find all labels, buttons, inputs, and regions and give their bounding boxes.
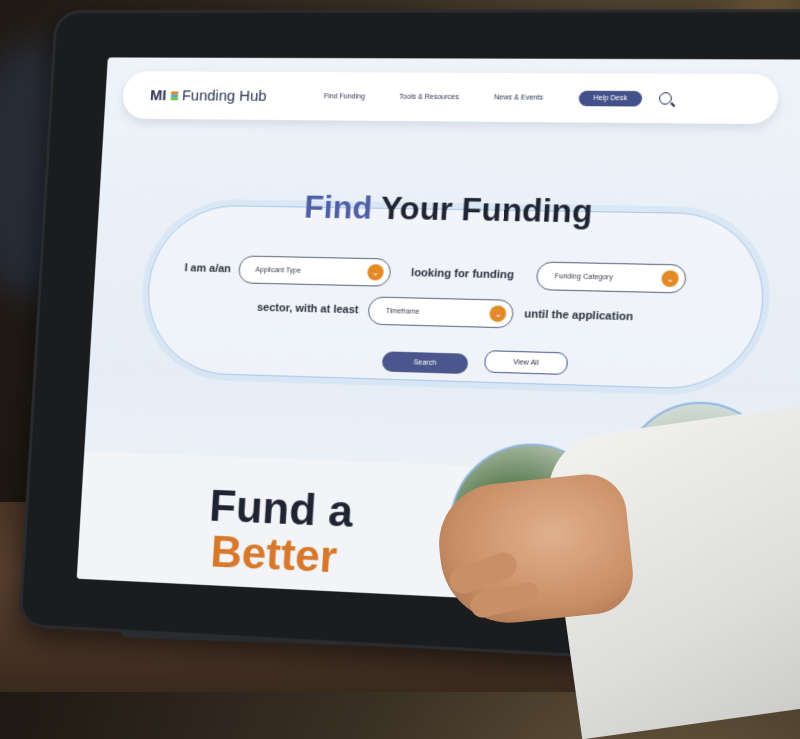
- view-all-button[interactable]: View All: [483, 350, 569, 376]
- logo-name: Funding Hub: [181, 86, 268, 105]
- chevron-down-icon: ⌄: [661, 270, 680, 288]
- text-i-am: I am a/an: [184, 262, 232, 276]
- chevron-down-icon: ⌄: [489, 305, 508, 323]
- nav-link-find-funding[interactable]: Find Funding: [324, 93, 366, 100]
- logo-mark-icon: [169, 90, 179, 100]
- title-rest: Your Funding: [379, 189, 594, 230]
- search-button[interactable]: Search: [381, 351, 469, 375]
- nav-links: Find Funding Tools & Resources News & Ev…: [323, 89, 643, 107]
- text-until: until the application: [523, 308, 634, 324]
- logo-prefix: MI: [149, 86, 167, 104]
- timeframe-value: Timeframe: [385, 307, 420, 316]
- logo[interactable]: MI Funding Hub: [150, 87, 299, 105]
- nav-link-tools-resources[interactable]: Tools & Resources: [399, 93, 459, 100]
- funding-category-select[interactable]: Funding Category ⌄: [535, 261, 688, 294]
- timeframe-select[interactable]: Timeframe ⌄: [367, 296, 515, 329]
- top-nav: MI Funding Hub Find Funding Tools & Reso…: [121, 71, 780, 125]
- search-icon[interactable]: [658, 92, 673, 105]
- help-desk-button[interactable]: Help Desk: [578, 90, 643, 107]
- text-looking: looking for funding: [410, 267, 515, 282]
- chevron-down-icon: ⌄: [367, 264, 385, 281]
- text-sector: sector, with at least: [256, 301, 359, 317]
- applicant-type-select[interactable]: Applicant Type ⌄: [237, 255, 392, 287]
- applicant-type-value: Applicant Type: [255, 266, 302, 275]
- nav-link-news-events[interactable]: News & Events: [494, 94, 544, 101]
- title-accent: Find: [303, 188, 374, 226]
- section-heading-line2: Better: [209, 527, 339, 583]
- funding-category-value: Funding Category: [554, 272, 614, 282]
- hand: [433, 470, 637, 630]
